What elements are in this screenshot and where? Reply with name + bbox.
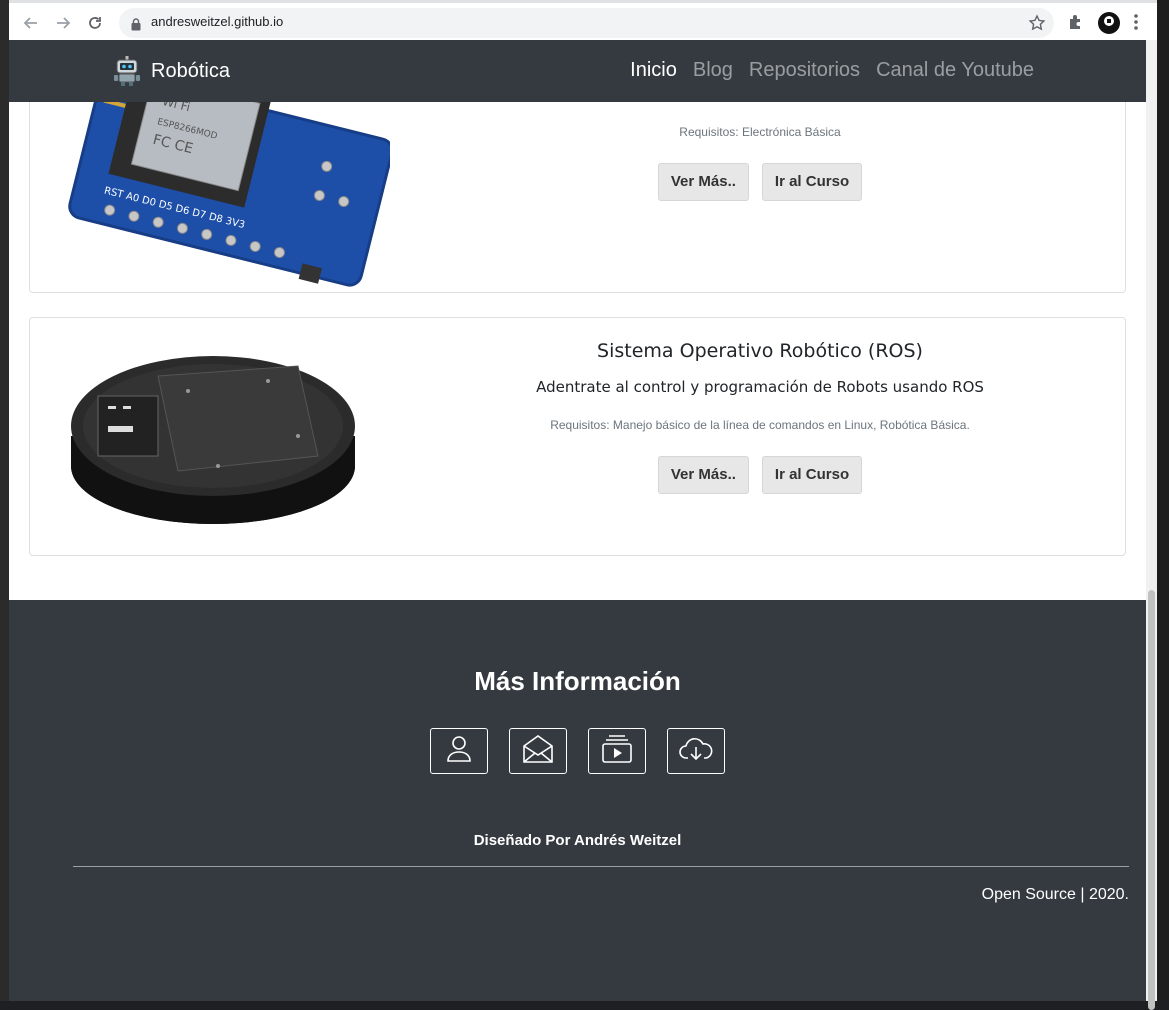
video-icon (601, 734, 633, 768)
reload-icon[interactable] (85, 13, 105, 33)
nav-link-youtube[interactable]: Canal de Youtube (876, 59, 1034, 82)
download-button[interactable] (667, 728, 725, 774)
person-icon (446, 735, 472, 767)
card-body: Sistema Operativo Robótico (ROS) Adentra… (430, 340, 1090, 494)
video-button[interactable] (588, 728, 646, 774)
ir-al-curso-button[interactable]: Ir al Curso (761, 163, 863, 201)
nav-links: Inicio Blog Repositorios Canal de Youtub… (630, 59, 1034, 82)
ver-mas-button[interactable]: Ver Más.. (657, 163, 749, 201)
page-scrollbar[interactable] (1146, 40, 1157, 1010)
robot-logo-icon (113, 56, 141, 86)
page-footer: Más Información Diseñado Por Andrés Weit… (9, 600, 1146, 1001)
footer-icon-row (430, 728, 725, 774)
background-window-strip (0, 0, 9, 1001)
url-text: andresweitzel.github.io (151, 14, 284, 29)
card-requirements: Requisitos: Electrónica Básica (679, 125, 841, 139)
brand-name: Robótica (151, 59, 230, 82)
forward-arrow-icon[interactable] (53, 13, 73, 33)
footer-divider (73, 866, 1129, 867)
brand-link[interactable]: Robótica (113, 56, 230, 86)
ver-mas-button[interactable]: Ver Más.. (657, 456, 749, 494)
bookmark-star-icon[interactable] (1028, 14, 1046, 36)
copyright-text: Open Source | 2020. (981, 886, 1129, 903)
card-title: Sistema Operativo Robótico (ROS) (597, 340, 923, 362)
footer-heading: Más Información (474, 666, 681, 696)
course-card-ros: Sistema Operativo Robótico (ROS) Adentra… (29, 317, 1126, 556)
profile-avatar[interactable] (1097, 11, 1121, 39)
envelope-icon (522, 734, 554, 768)
card-requirements: Requisitos: Manejo básico de la línea de… (550, 418, 970, 432)
address-bar[interactable]: andresweitzel.github.io (119, 8, 1054, 38)
contact-button[interactable] (509, 728, 567, 774)
cloud-download-icon (679, 736, 713, 766)
nav-link-blog[interactable]: Blog (693, 59, 733, 82)
nav-link-inicio[interactable]: Inicio (630, 59, 677, 82)
nav-link-repositorios[interactable]: Repositorios (749, 59, 860, 82)
page-viewport: Robótica Inicio Blog Repositorios Canal … (9, 40, 1146, 1001)
ir-al-curso-button[interactable]: Ir al Curso (761, 456, 863, 494)
designed-by-text: Diseñado Por Andrés Weitzel (473, 832, 682, 849)
about-button[interactable] (430, 728, 488, 774)
scrollbar-thumb[interactable] (1148, 590, 1155, 1010)
extensions-puzzle-icon[interactable] (1067, 13, 1085, 35)
card-description: Adentrate al control y programación de R… (536, 378, 984, 396)
card-body: Requisitos: Electrónica Básica Ver Más..… (430, 125, 1090, 201)
back-arrow-icon[interactable] (21, 13, 41, 33)
browser-menu-icon[interactable] (1133, 13, 1139, 35)
lock-icon (131, 16, 141, 35)
ros-robot-image (68, 336, 358, 536)
top-navbar: Robótica Inicio Blog Repositorios Canal … (9, 40, 1146, 102)
background-terminal-strip (1157, 0, 1169, 1001)
browser-toolbar: andresweitzel.github.io (9, 0, 1157, 40)
